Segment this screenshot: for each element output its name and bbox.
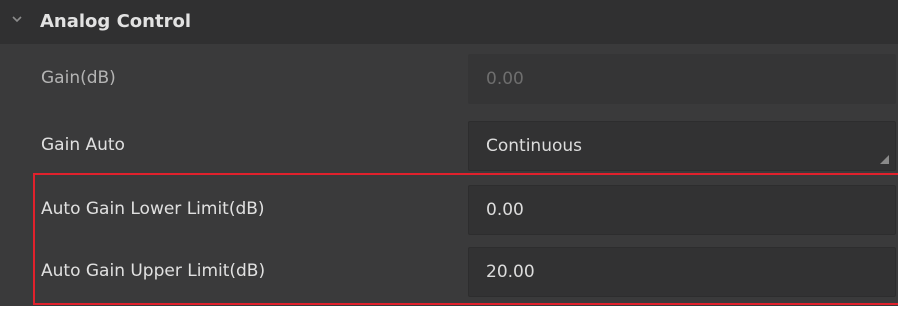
field-value: Continuous bbox=[486, 136, 583, 156]
parameter-label: Gain Auto bbox=[41, 135, 125, 155]
section-header[interactable]: Analog Control bbox=[0, 0, 898, 44]
dropdown-indicator-icon bbox=[880, 155, 889, 164]
auto-gain-lower-limit-input[interactable]: 0.00 bbox=[468, 185, 896, 235]
analog-control-panel: Analog Control Gain(dB) 0.00 Gain Auto C… bbox=[0, 0, 898, 306]
field-value: 0.00 bbox=[486, 200, 524, 220]
chevron-down-icon[interactable] bbox=[11, 13, 23, 25]
parameter-label: Auto Gain Lower Limit(dB) bbox=[41, 199, 265, 219]
parameter-label: Auto Gain Upper Limit(dB) bbox=[41, 261, 266, 281]
parameter-row-gain-auto: Gain Auto Continuous bbox=[0, 116, 898, 178]
parameter-row-gain: Gain(dB) 0.00 bbox=[0, 49, 898, 111]
auto-gain-upper-limit-input[interactable]: 20.00 bbox=[468, 247, 896, 297]
field-value: 0.00 bbox=[486, 69, 524, 89]
field-value: 20.00 bbox=[486, 262, 535, 282]
gain-value-field: 0.00 bbox=[468, 54, 896, 104]
section-title: Analog Control bbox=[40, 11, 191, 32]
parameter-row-auto-gain-lower-limit: Auto Gain Lower Limit(dB) 0.00 bbox=[0, 180, 898, 242]
gain-auto-dropdown[interactable]: Continuous bbox=[468, 121, 896, 171]
parameter-row-auto-gain-upper-limit: Auto Gain Upper Limit(dB) 20.00 bbox=[0, 242, 898, 304]
parameter-label: Gain(dB) bbox=[41, 68, 116, 88]
